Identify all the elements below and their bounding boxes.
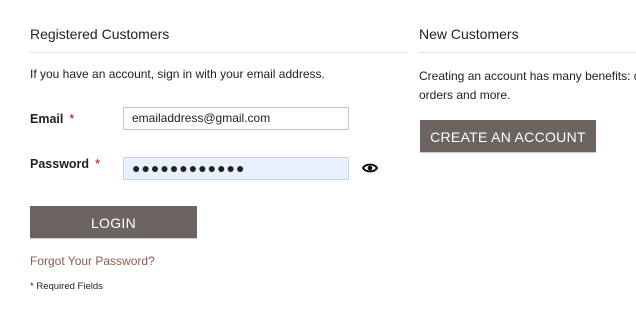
account-benefits-text: Creating an account has many benefits: c… bbox=[419, 67, 636, 105]
benefits-line: orders and more. bbox=[419, 88, 511, 102]
benefits-line: Creating an account has many benefits: c… bbox=[419, 69, 636, 83]
required-fields-note: * Required Fields bbox=[30, 281, 103, 292]
password-label-text: Password bbox=[30, 157, 90, 171]
required-marker: * bbox=[69, 112, 75, 126]
registered-customers-title: Registered Customers bbox=[30, 26, 170, 42]
section-divider bbox=[30, 52, 408, 53]
required-marker: * bbox=[95, 157, 100, 171]
forgot-password-link[interactable]: Forgot Your Password? bbox=[30, 254, 155, 268]
sign-in-intro: If you have an account, sign in with you… bbox=[30, 67, 325, 81]
password-label: Password * bbox=[30, 157, 100, 171]
login-button[interactable]: LOGIN bbox=[30, 206, 197, 238]
password-field[interactable]: ●●●●●●●●●●●● bbox=[123, 157, 349, 180]
new-customers-section: New Customers Creating an account has ma… bbox=[419, 0, 636, 320]
eye-icon[interactable] bbox=[362, 162, 378, 174]
email-field[interactable]: emailaddress@gmail.com bbox=[123, 107, 349, 130]
email-label: Email * bbox=[30, 112, 74, 126]
email-label-text: Email bbox=[30, 112, 64, 126]
registered-customers-section: Registered Customers If you have an acco… bbox=[30, 0, 408, 320]
create-account-button[interactable]: CREATE AN ACCOUNT bbox=[420, 120, 596, 152]
new-customers-title: New Customers bbox=[419, 26, 519, 42]
section-divider bbox=[419, 52, 636, 53]
